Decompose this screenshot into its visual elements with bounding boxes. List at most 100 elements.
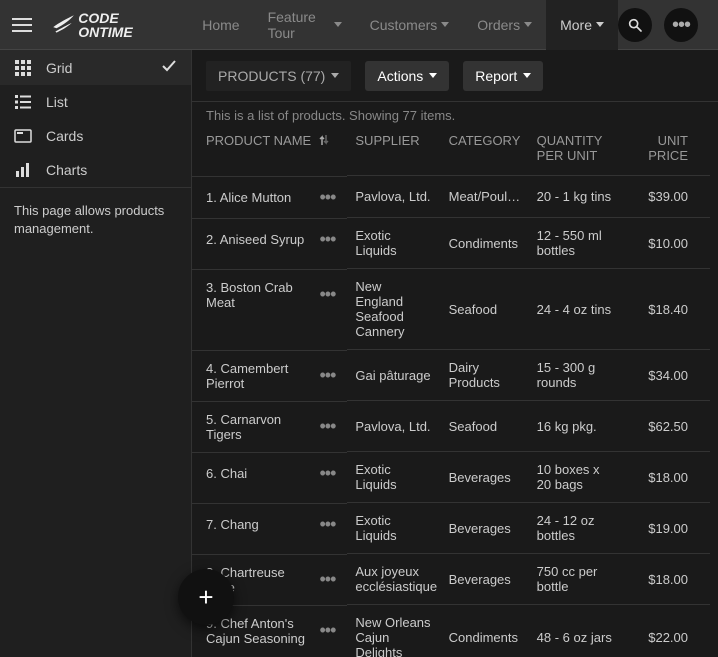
table-row[interactable]: 5. Carnarvon Tigers•••Pavlova, Ltd.Seafo… [192,401,710,452]
col-qty[interactable]: QUANTITY PER UNIT [529,127,622,176]
search-icon [627,17,643,33]
supplier-cell: New Orleans Cajun Delights [347,605,440,657]
check-icon [161,58,177,77]
cards-icon [14,127,32,145]
sidebar-item-label: Cards [46,128,83,144]
products-heading-text: PRODUCTS (77) [218,68,325,84]
price-cell: $18.40 [622,269,710,350]
price-cell: $34.00 [622,350,710,401]
col-category[interactable]: CATEGORY [441,127,529,176]
category-cell: Beverages [441,452,529,503]
row-menu-icon[interactable]: ••• [315,514,339,535]
supplier-cell: Exotic Liquids [347,503,440,554]
sidebar-item-cards[interactable]: Cards [0,119,191,153]
table-row[interactable]: 9. Chef Anton's Cajun Seasoning•••New Or… [192,605,710,657]
category-cell: Beverages [441,503,529,554]
row-menu-icon[interactable]: ••• [315,416,339,437]
qty-cell: 750 cc per bottle [529,554,622,605]
table-scroll[interactable]: PRODUCT NAME SUPPLIER CATEGORY QUANTITY … [192,127,718,657]
sidebar-item-label: Charts [46,162,87,178]
table-row[interactable]: 7. Chang ••• Exotic LiquidsBeverages24 - 1… [192,503,710,554]
price-cell: $18.00 [622,554,710,605]
sidebar: Grid List Cards Charts This page allows pro… [0,50,192,657]
products-table: PRODUCT NAME SUPPLIER CATEGORY QUANTITY … [192,127,710,657]
supplier-cell: Exotic Liquids [347,452,440,503]
product-name: 4. Camembert Pierrot [206,361,305,391]
qty-cell: 48 - 6 oz jars [529,605,622,657]
price-cell: $62.50 [622,401,710,452]
supplier-cell: Pavlova, Ltd. [347,401,440,452]
price-cell: $10.00 [622,218,710,269]
qty-cell: 12 - 550 ml bottles [529,218,622,269]
chevron-down-icon [523,73,531,78]
table-row[interactable]: 6. Chai ••• Exotic LiquidsBeverages10 boxe… [192,452,710,503]
qty-cell: 15 - 300 g rounds [529,350,622,401]
product-name: 6. Chai [206,466,305,481]
price-cell: $39.00 [622,176,710,218]
charts-icon [14,161,32,179]
grid-icon [14,59,32,77]
qty-cell: 24 - 4 oz tins [529,269,622,350]
report-button[interactable]: Report [463,61,543,91]
add-button[interactable]: + [178,569,234,625]
table-row[interactable]: 2. Aniseed Syrup•••Exotic LiquidsCondime… [192,218,710,269]
category-cell: Seafood [441,401,529,452]
actions-button[interactable]: Actions [365,61,449,91]
col-product[interactable]: PRODUCT NAME [192,127,347,176]
table-row[interactable]: 8. Chartreuse verte•••Aux joyeux ecclési… [192,554,710,605]
brand-line1: CODE [78,11,132,25]
more-button[interactable]: ••• [664,8,698,42]
row-menu-icon[interactable]: ••• [315,229,339,250]
row-menu-icon[interactable]: ••• [315,187,339,208]
chevron-down-icon [429,73,437,78]
sort-asc-icon [319,134,329,149]
sidebar-item-charts[interactable]: Charts [0,153,191,187]
qty-cell: 10 boxes x 20 bags [529,452,622,503]
menu-icon[interactable] [0,0,44,50]
col-price[interactable]: UNIT PRICE [622,127,710,176]
supplier-cell: Aux joyeux ecclésiastique [347,554,440,605]
product-name: 7. Chang [206,517,305,532]
row-menu-icon[interactable]: ••• [315,463,339,484]
sidebar-note: This page allows products management. [0,187,191,252]
nav-feature-tour[interactable]: Feature Tour [254,0,356,50]
row-menu-icon[interactable]: ••• [315,569,339,590]
content-area: PRODUCTS (77) Actions Report This is a l… [192,50,718,657]
category-cell: Meat/Poul… [441,176,529,218]
sidebar-item-list[interactable]: List [0,85,191,119]
table-row[interactable]: 1. Alice Mutton•••Pavlova, Ltd.Meat/Poul… [192,176,710,218]
chevron-down-icon [334,22,342,27]
product-name: 3. Boston Crab Meat [206,280,305,310]
nav-more[interactable]: More [546,0,618,50]
brand-line2: ONTIME [78,25,132,39]
row-menu-icon[interactable]: ••• [315,365,339,386]
actions-label: Actions [377,68,423,84]
brand-logo[interactable]: CODE ONTIME [44,11,186,39]
row-menu-icon[interactable]: ••• [315,284,339,305]
qty-cell: 24 - 12 oz bottles [529,503,622,554]
category-cell: Condiments [441,218,529,269]
category-cell: Beverages [441,554,529,605]
sidebar-item-label: Grid [46,60,72,76]
nav-customers[interactable]: Customers [356,0,464,50]
sidebar-item-grid[interactable]: Grid [0,50,191,85]
product-name: 1. Alice Mutton [206,190,305,205]
category-cell: Seafood [441,269,529,350]
report-label: Report [475,68,517,84]
table-caption: This is a list of products. Showing 77 i… [192,102,718,127]
chevron-down-icon [524,22,532,27]
plus-icon: + [198,584,213,610]
products-heading[interactable]: PRODUCTS (77) [206,61,351,91]
search-button[interactable] [618,8,652,42]
nav-orders[interactable]: Orders [463,0,546,50]
toolbar: PRODUCTS (77) Actions Report [192,50,718,102]
table-row[interactable]: 4. Camembert Pierrot•••Gai pâturageDairy… [192,350,710,401]
table-row[interactable]: 3. Boston Crab Meat•••New England Seafoo… [192,269,710,350]
nav-home[interactable]: Home [188,0,253,50]
col-supplier[interactable]: SUPPLIER [347,127,440,176]
list-icon [14,93,32,111]
topbar: CODE ONTIME HomeFeature TourCustomersOrd… [0,0,718,50]
row-menu-icon[interactable]: ••• [315,620,339,641]
qty-cell: 16 kg pkg. [529,401,622,452]
sidebar-item-label: List [46,94,68,110]
